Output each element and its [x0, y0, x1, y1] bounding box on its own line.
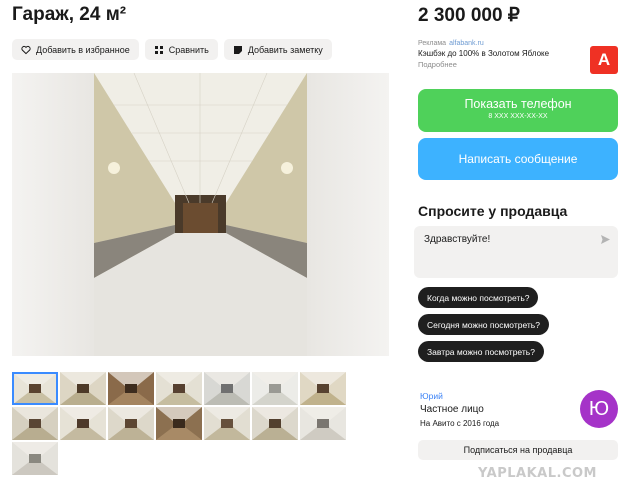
seller-type: Частное лицо: [420, 404, 484, 415]
show-phone-button[interactable]: Показать телефон 8 XXX XXX-XX-XX: [418, 89, 618, 132]
quick-question-button[interactable]: Завтра можно посмотреть?: [418, 341, 544, 362]
compare-label: Сравнить: [168, 44, 209, 55]
quick-question-button[interactable]: Когда можно посмотреть?: [418, 287, 539, 308]
add-note-label: Добавить заметку: [247, 44, 323, 55]
add-note-button[interactable]: Добавить заметку: [223, 39, 332, 60]
alfa-logo: А: [590, 46, 618, 74]
seller-avatar[interactable]: Ю: [580, 390, 618, 428]
gallery-thumbnail[interactable]: [12, 407, 58, 440]
ad-more-link[interactable]: Подробнее: [418, 60, 618, 69]
listing-title: Гараж, 24 м²: [12, 4, 127, 25]
write-message-button[interactable]: Написать сообщение: [418, 138, 618, 180]
add-favorite-button[interactable]: Добавить в избранное: [12, 39, 139, 60]
seller-since: На Авито с 2016 года: [420, 419, 500, 428]
photo-backdrop-left: [12, 73, 94, 356]
site-watermark: YAPLAKAL.COM: [478, 466, 597, 481]
subscribe-seller-button[interactable]: Подписаться на продавца: [418, 440, 618, 460]
ad-block[interactable]: Реклама alfabank.ru Кэшбэк до 100% в Золо…: [418, 40, 618, 74]
thumbnail-strip: [12, 372, 357, 475]
gallery-thumbnail[interactable]: [156, 407, 202, 440]
seller-name-link[interactable]: Юрий: [420, 391, 443, 401]
message-input-value: Здравствуйте!: [424, 234, 491, 245]
gallery-thumbnail[interactable]: [108, 407, 154, 440]
phone-mask: 8 XXX XXX-XX-XX: [488, 113, 548, 120]
listing-actions: Добавить в избранное Сравнить Добавить з…: [12, 39, 332, 60]
compare-button[interactable]: Сравнить: [144, 39, 218, 60]
ad-domain[interactable]: alfabank.ru: [449, 40, 484, 47]
show-phone-label: Показать телефон: [464, 97, 572, 111]
gallery-thumbnail[interactable]: [12, 372, 58, 405]
gallery-thumbnail[interactable]: [60, 407, 106, 440]
compare-icon: [154, 45, 163, 54]
heart-icon: [21, 45, 31, 54]
gallery-thumbnail[interactable]: [108, 372, 154, 405]
add-favorite-label: Добавить в избранное: [36, 44, 130, 55]
gallery-thumbnail[interactable]: [252, 372, 298, 405]
ad-label: Реклама alfabank.ru: [418, 40, 618, 47]
gallery-thumbnail[interactable]: [252, 407, 298, 440]
gallery-thumbnail[interactable]: [60, 372, 106, 405]
quick-question-button[interactable]: Сегодня можно посмотреть?: [418, 314, 549, 335]
ad-tag-text: Реклама: [418, 40, 447, 47]
ask-seller-title: Спросите у продавца: [418, 203, 568, 219]
gallery-thumbnail[interactable]: [204, 407, 250, 440]
photo-backdrop-right: [307, 73, 389, 356]
note-icon: [233, 45, 242, 54]
gallery-thumbnail[interactable]: [204, 372, 250, 405]
main-photo[interactable]: [12, 73, 389, 356]
gallery-thumbnail[interactable]: [300, 407, 346, 440]
send-icon[interactable]: [600, 234, 611, 245]
garage-photo: [94, 73, 307, 356]
gallery-thumbnail[interactable]: [300, 372, 346, 405]
price: 2 300 000 ₽: [418, 5, 520, 26]
message-input[interactable]: Здравствуйте!: [414, 226, 618, 278]
gallery-thumbnail[interactable]: [156, 372, 202, 405]
gallery-thumbnail[interactable]: [12, 442, 58, 475]
ad-text[interactable]: Кэшбэк до 100% в Золотом Яблоке: [418, 49, 578, 58]
